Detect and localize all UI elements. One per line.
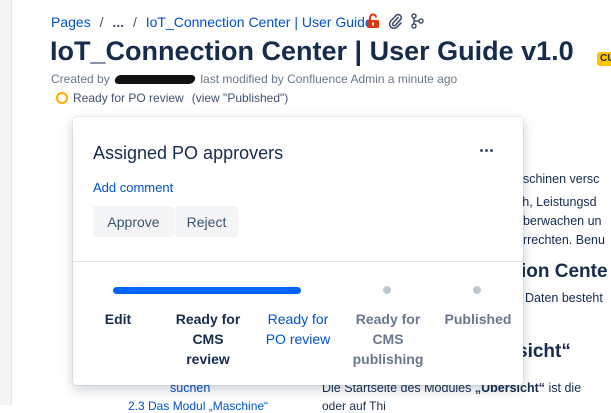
breadcrumb-ellipsis[interactable]: ... [112, 14, 124, 30]
workflow-stage-edit[interactable]: Edit [73, 309, 163, 329]
byline-created-by: Created by [51, 72, 110, 86]
breadcrumb: Pages / ... / IoT_Connection Center | Us… [51, 14, 373, 30]
workflow-progress-bar [113, 287, 301, 294]
popover-title: Assigned PO approvers [93, 143, 284, 163]
share-tree-icon[interactable] [410, 13, 424, 29]
body-text-line: ch, Leistungsd [516, 195, 597, 209]
breadcrumb-current-page-link[interactable]: IoT_Connection Center | User Guide [146, 14, 373, 30]
body-text-line: aschinen versc [516, 172, 600, 186]
workflow-stage-ready-for-cms-publishing[interactable]: Ready for CMS publishing [343, 309, 433, 369]
body-text-line: überwachen un [516, 214, 602, 228]
section-heading: ion Cente [521, 261, 608, 282]
page-byline: Created by last modified by Confluence A… [51, 72, 457, 86]
page-action-icons [366, 13, 424, 29]
stage-dot-ready-for-cms-publishing [383, 286, 391, 294]
approve-button[interactable]: Approve [93, 206, 174, 237]
body-text-line: Daten besteht [525, 291, 603, 305]
body-text-line: errechten. Benu [516, 233, 605, 247]
divider [73, 261, 523, 262]
stage-dot-published [473, 286, 481, 294]
toc-link[interactable]: 2.3 Das Modul „Maschine“ [128, 399, 268, 413]
section-heading: sicht“ [517, 341, 571, 362]
add-comment-link[interactable]: Add comment [93, 180, 173, 195]
body-text-fragment: ist die [545, 381, 582, 395]
left-sidebar-edge [0, 0, 12, 405]
page-title: IoT_Connection Center | User Guide v1.0 [50, 36, 574, 66]
workflow-status-line[interactable]: Ready for PO review (view "Published") [56, 91, 288, 105]
workflow-stage-published[interactable]: Published [433, 309, 523, 329]
workflow-status-text[interactable]: Ready for PO review [73, 91, 184, 105]
lock-open-icon[interactable] [366, 13, 380, 29]
approvers-popover: Assigned PO approvers Add comment Approv… [73, 117, 523, 385]
page-status-lozenge[interactable]: CU [597, 52, 611, 66]
view-published-link[interactable]: (view "Published") [192, 91, 289, 105]
reject-button[interactable]: Reject [175, 206, 238, 237]
redacted-author-name [113, 75, 197, 85]
attachment-icon[interactable] [388, 13, 402, 29]
workflow-stage-ready-for-cms-review[interactable]: Ready for CMS review [163, 309, 253, 369]
more-actions-icon[interactable] [477, 143, 495, 157]
breadcrumb-separator: / [132, 14, 137, 30]
body-text-line: oder auf Thi [322, 399, 386, 413]
workflow-stage-ready-for-po-review[interactable]: Ready for PO review [253, 309, 343, 349]
breadcrumb-pages-link[interactable]: Pages [51, 14, 91, 30]
byline-last-modified[interactable]: last modified by Confluence Admin a minu… [200, 72, 457, 86]
breadcrumb-separator: / [99, 14, 104, 30]
status-circle-icon [56, 92, 68, 104]
